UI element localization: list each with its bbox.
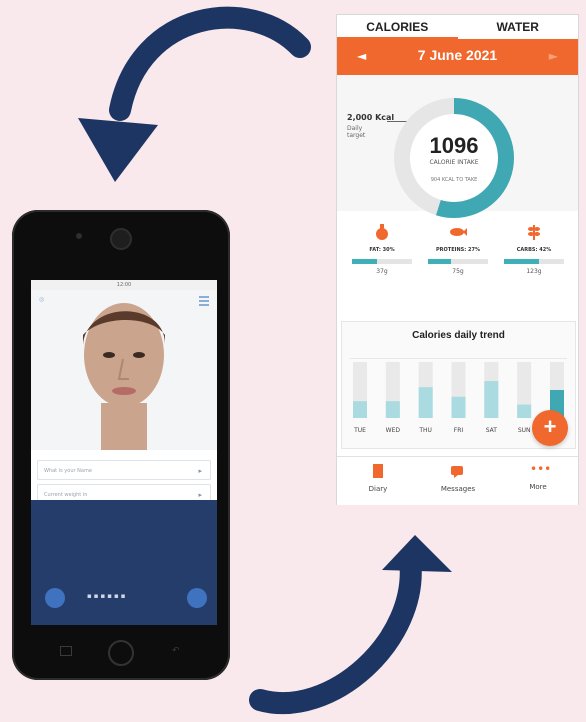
tab-calories[interactable]: CALORIES xyxy=(337,15,458,39)
flask-icon xyxy=(376,224,388,240)
trend-bar xyxy=(484,381,499,418)
nav-more[interactable]: ••• More xyxy=(503,463,573,491)
front-camera xyxy=(76,233,82,239)
recent-apps-icon[interactable] xyxy=(60,646,72,656)
trend-bar xyxy=(385,401,400,418)
calorie-summary: 2,000 Kcal Daily target 1096 CALORIE INT… xyxy=(337,75,578,218)
smartphone: 12:00 ◎ What is your Name ▸ Current weig… xyxy=(12,210,230,680)
macro-label: PROTEINS: 27% xyxy=(436,247,480,253)
question-row-text: Current weight in xyxy=(44,492,88,498)
nav-label: More xyxy=(529,483,547,491)
fish-icon xyxy=(450,228,467,236)
macro-label: CARBS: 42% xyxy=(516,247,552,253)
avatar-face xyxy=(83,303,166,450)
calories-remaining: 904 KCAL TO TAKE xyxy=(430,177,478,183)
nav-label: Messages xyxy=(440,485,476,493)
trend-bar xyxy=(418,387,433,418)
microphone-button[interactable] xyxy=(45,588,65,608)
next-day-icon[interactable]: ► xyxy=(549,49,558,63)
back-icon[interactable]: ↶ xyxy=(172,646,182,656)
macro-fat: FAT: 30% 37g xyxy=(347,223,417,275)
daily-target-label: Daily target xyxy=(347,125,366,139)
tab-bar: CALORIES WATER xyxy=(337,15,578,39)
trend-day-label: FRI xyxy=(454,427,464,434)
plus-icon: + xyxy=(543,414,557,439)
nutrition-app-screen: CALORIES WATER ◄ 7 June 2021 ► 2,000 Kca… xyxy=(336,14,579,505)
status-bar: 12:00 xyxy=(31,280,217,290)
avatar-area: ◎ xyxy=(31,290,217,450)
wheat-icon xyxy=(528,225,540,240)
diary-icon xyxy=(373,464,383,478)
macro-bar xyxy=(428,259,488,264)
trend-day-label: SAT xyxy=(486,427,498,434)
macro-bar xyxy=(352,259,412,264)
speaker xyxy=(110,228,132,250)
tab-water[interactable]: WATER xyxy=(458,15,579,39)
more-icon: ••• xyxy=(530,462,552,476)
keyboard-button[interactable] xyxy=(187,588,207,608)
calorie-intake-value: 1096 xyxy=(429,133,479,158)
date-label: 7 June 2021 xyxy=(417,47,498,63)
macro-grams: 123g xyxy=(526,268,542,275)
calorie-intake-label: CALORIE INTAKE xyxy=(429,159,479,166)
macro-carbs: CARBS: 42% 123g xyxy=(499,223,569,275)
trend-bar xyxy=(451,396,466,418)
macro-grams: 75g xyxy=(452,268,464,275)
trend-day-label: WED xyxy=(386,427,401,434)
trend-day-label: SUN xyxy=(518,427,531,434)
ring-labels: 1096 CALORIE INTAKE 904 KCAL TO TAKE xyxy=(389,93,519,223)
date-bar: ◄ 7 June 2021 ► xyxy=(337,39,578,75)
question-row-text: What is your Name xyxy=(44,468,92,474)
nav-label: Diary xyxy=(368,485,388,493)
chat-panel: ▪▪▪▪▪▪ xyxy=(31,500,217,625)
macros-section: FAT: 30% 37g PROTEINS: 27% 75g CARBS: 42… xyxy=(337,211,578,301)
trend-bar xyxy=(517,404,532,418)
question-row-name[interactable]: What is your Name ▸ xyxy=(37,460,211,480)
phone-screen: 12:00 ◎ What is your Name ▸ Current weig… xyxy=(31,280,217,625)
macro-proteins: PROTEINS: 27% 75g xyxy=(423,223,493,275)
trend-bar xyxy=(353,401,367,418)
macro-bar xyxy=(504,259,564,264)
input-dots: ▪▪▪▪▪▪ xyxy=(87,592,128,600)
trend-day-label: THU xyxy=(418,427,432,434)
menu-icon[interactable] xyxy=(199,296,209,306)
add-entry-button[interactable]: + xyxy=(532,410,568,446)
trend-day-label: TUE xyxy=(353,427,366,434)
macro-grams: 37g xyxy=(376,268,388,275)
bottom-nav: Diary Messages ••• More xyxy=(337,456,578,505)
home-button[interactable] xyxy=(108,640,134,666)
nav-messages[interactable]: Messages xyxy=(423,463,493,493)
chevron-right-icon: ▸ xyxy=(198,467,202,475)
messages-icon xyxy=(451,466,463,478)
macro-label: FAT: 30% xyxy=(369,247,395,253)
nav-diary[interactable]: Diary xyxy=(343,463,413,493)
